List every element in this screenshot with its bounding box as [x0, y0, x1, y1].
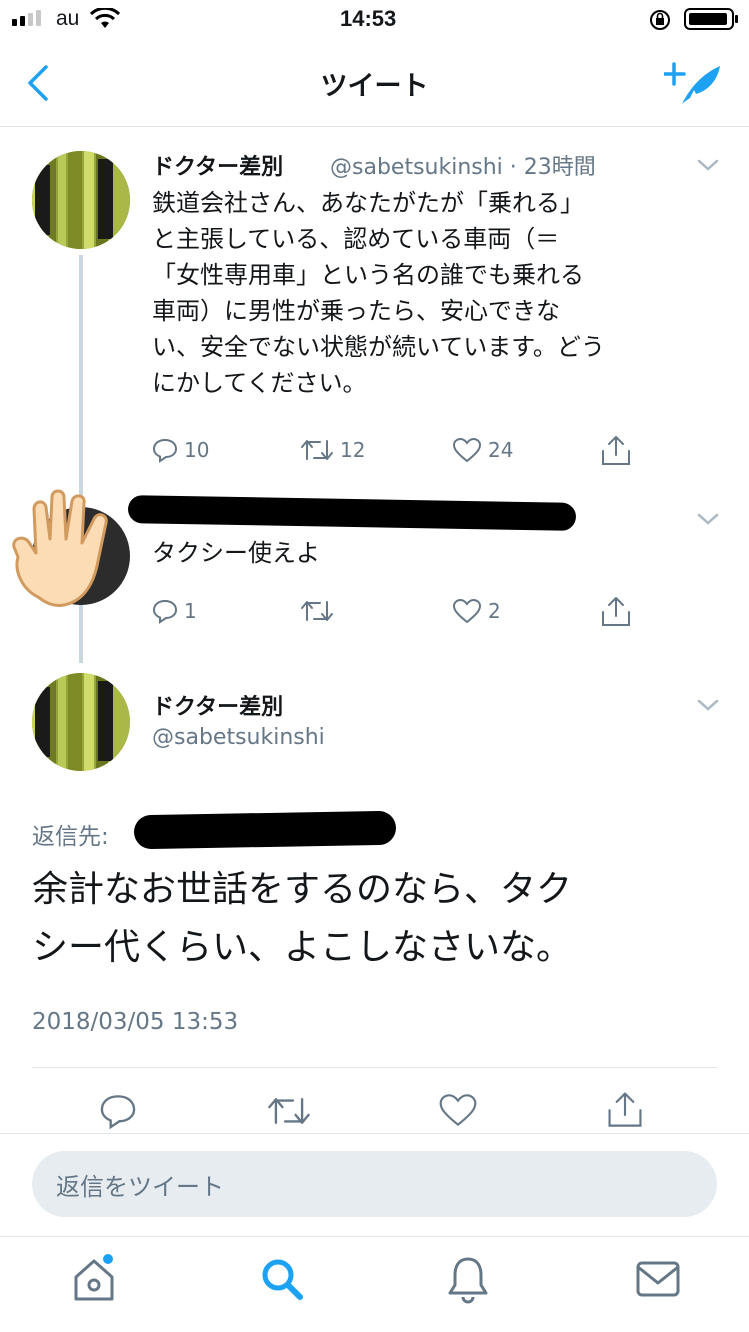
clock: 14:53	[340, 6, 397, 31]
wifi-icon	[90, 8, 120, 28]
like-count: 2	[488, 599, 501, 623]
nav-bar: ツイート	[0, 40, 749, 127]
retweet-action[interactable]	[300, 598, 334, 624]
tweet-text: タクシー使えよ	[152, 539, 320, 567]
tab-bar	[0, 1236, 749, 1332]
focused-tweet: ドクター差別 @sabetsukinshi 返信先: 余計なお世話をするのなら、…	[0, 665, 749, 1070]
retweet-icon[interactable]	[266, 1094, 312, 1128]
search-icon	[262, 1259, 303, 1300]
like-count: 24	[488, 438, 514, 462]
reply-count: 10	[184, 438, 210, 462]
reply-icon	[152, 599, 178, 624]
battery-icon	[684, 8, 738, 30]
chevron-down-icon[interactable]	[696, 511, 720, 527]
reply-input[interactable]: 返信をツイート	[32, 1151, 717, 1217]
tab-search[interactable]	[256, 1253, 308, 1305]
reply-icon	[152, 438, 178, 463]
reply-action[interactable]: 10	[152, 437, 209, 463]
retweet-icon	[301, 440, 333, 460]
reply-icon[interactable]	[99, 1092, 137, 1130]
divider	[0, 1133, 749, 1134]
divider	[32, 1067, 717, 1068]
redaction-bar	[127, 495, 577, 531]
reply-count: 1	[184, 599, 197, 623]
avatar[interactable]	[32, 151, 130, 249]
carrier-label: au	[56, 7, 80, 30]
tweet-text: 鉄道会社さん、あなたがたが「乗れる」 と主張している、認めている車両（＝ 「女性…	[152, 189, 605, 397]
retweet-count: 12	[340, 438, 366, 462]
heart-icon	[452, 598, 482, 624]
like-action[interactable]: 2	[452, 598, 501, 624]
tweet-timestamp: 2018/03/05 13:53	[32, 1009, 239, 1035]
chevron-down-icon[interactable]	[696, 697, 720, 713]
tab-home[interactable]	[66, 1251, 122, 1307]
orientation-lock-icon	[650, 10, 670, 30]
tweet-item[interactable]: ドクター差別 @sabetsukinshi · 23時間 鉄道会社さん、あなたが…	[0, 127, 749, 485]
redaction-bar	[133, 810, 397, 850]
bell-icon	[448, 1257, 488, 1304]
reply-action[interactable]: 1	[152, 598, 197, 624]
reply-to-label: 返信先:	[32, 824, 109, 850]
avatar-image	[32, 151, 130, 249]
author-handle-time: @sabetsukinshi · 23時間	[330, 155, 596, 180]
tweet-item[interactable]: タクシー使えよ 1 2	[0, 485, 749, 655]
chevron-down-icon[interactable]	[696, 157, 720, 173]
retweet-action[interactable]: 12	[300, 437, 365, 463]
retweet-icon	[301, 601, 333, 621]
share-icon[interactable]	[606, 1088, 644, 1130]
tweet-text: 余計なお世話をするのなら、タク シー代くらい、よこしなさいな。	[32, 869, 573, 968]
heart-icon	[452, 437, 482, 463]
mail-icon	[636, 1261, 680, 1297]
share-icon[interactable]	[600, 594, 632, 628]
page-title: ツイート	[320, 71, 429, 102]
compose-tweet-icon[interactable]	[664, 62, 722, 108]
home-icon	[74, 1254, 114, 1301]
signal-strength-icon	[12, 10, 41, 26]
reply-input-placeholder: 返信をツイート	[56, 1172, 224, 1201]
status-bar: au 14:53	[0, 0, 749, 40]
tab-notifications[interactable]	[442, 1251, 494, 1307]
avatar-image	[32, 673, 130, 771]
avatar[interactable]	[32, 673, 130, 771]
heart-icon[interactable]	[438, 1092, 478, 1128]
author-name[interactable]: ドクター差別	[152, 689, 283, 721]
like-action[interactable]: 24	[452, 437, 513, 463]
hand-emoji-icon	[12, 489, 108, 607]
share-icon[interactable]	[600, 433, 632, 467]
author-name[interactable]: ドクター差別	[152, 149, 283, 181]
tab-messages[interactable]	[632, 1255, 684, 1303]
author-handle[interactable]: @sabetsukinshi	[152, 725, 325, 750]
